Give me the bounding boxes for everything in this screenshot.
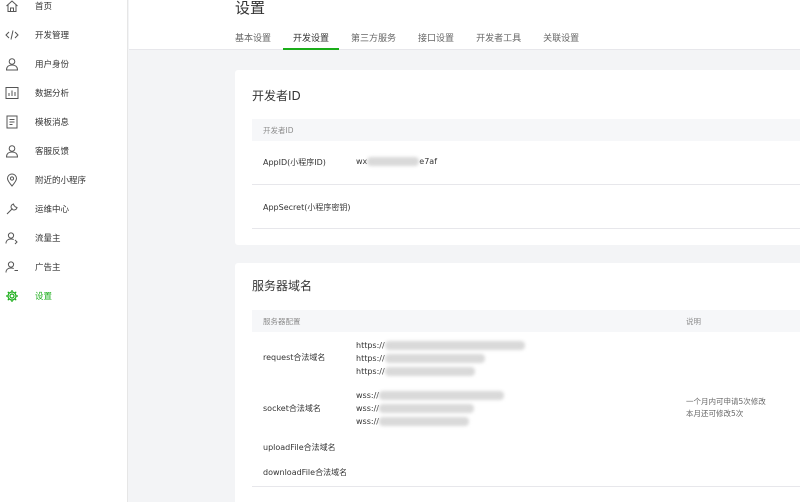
tab-dev-settings[interactable]: 开发设置	[283, 26, 340, 50]
socket-url: wss://	[356, 415, 504, 428]
appid-value: wx e7af	[356, 157, 438, 166]
sidebar-item-template-message[interactable]: 模板消息	[0, 112, 128, 132]
tab-related-settings[interactable]: 关联设置	[543, 26, 579, 50]
socket-domain-row: socket合法域名 wss:// wss:// wss:// 一个月内可申请5…	[252, 388, 800, 433]
main-content: 设置 基本设置 开发设置 第三方服务 接口设置 开发者工具 关联设置 开发者ID…	[129, 0, 800, 502]
bar-chart-icon	[4, 86, 19, 101]
developer-id-title: 开发者ID	[252, 89, 301, 103]
sidebar-item-label: 附近的小程序	[35, 176, 87, 186]
request-url: https://	[356, 352, 525, 365]
developer-id-table-header: 开发者ID	[252, 119, 800, 141]
sidebar-item-label: 设置	[35, 292, 53, 302]
sidebar: 首页 开发管理 用户身份 数据分析 模板消息 客服反馈 附近的小程序 运维中心 …	[0, 0, 128, 502]
code-icon	[4, 28, 19, 43]
sidebar-item-data-analysis[interactable]: 数据分析	[0, 83, 128, 103]
settings-tabs: 基本设置 开发设置 第三方服务 接口设置 开发者工具 关联设置	[235, 26, 601, 50]
redacted-value	[367, 157, 420, 166]
appid-label: AppID(小程序ID)	[263, 158, 326, 167]
sidebar-item-label: 运维中心	[35, 205, 70, 215]
page-title: 设置	[235, 0, 266, 17]
sidebar-item-nearby-miniprogram[interactable]: 附近的小程序	[0, 170, 128, 190]
upload-domain-row: uploadFile合法域名	[252, 439, 800, 459]
server-domain-table-header: 服务器配置 说明	[252, 310, 800, 332]
appsecret-label: AppSecret(小程序密钥)	[263, 203, 351, 212]
location-pin-icon	[4, 173, 19, 188]
document-icon	[4, 115, 19, 130]
header-server-config: 服务器配置	[263, 317, 301, 326]
modify-limit-note: 一个月内可申请5次修改 本月还可修改5次	[686, 397, 766, 418]
sidebar-item-home[interactable]: 首页	[0, 0, 128, 16]
customer-service-icon	[4, 144, 19, 159]
user-icon	[4, 57, 19, 72]
sidebar-item-advertiser[interactable]: 广告主	[0, 257, 128, 277]
user-advertiser-icon	[4, 260, 19, 275]
header-note: 说明	[686, 317, 701, 326]
request-url: https://	[356, 339, 525, 352]
sidebar-item-user-identity[interactable]: 用户身份	[0, 54, 128, 74]
sidebar-item-customer-feedback[interactable]: 客服反馈	[0, 141, 128, 161]
sidebar-item-label: 开发管理	[35, 31, 70, 41]
server-domain-title: 服务器域名	[252, 279, 313, 293]
sidebar-item-ops-center[interactable]: 运维中心	[0, 199, 128, 219]
sidebar-item-label: 广告主	[35, 263, 61, 273]
sidebar-item-label: 模板消息	[35, 118, 70, 128]
gear-icon	[4, 289, 19, 304]
request-url: https://	[356, 365, 525, 378]
tab-basic-settings[interactable]: 基本设置	[235, 26, 271, 50]
request-domain-row: request合法域名 https:// https:// https://	[252, 337, 800, 379]
wrench-icon	[4, 202, 19, 217]
tab-dev-tools[interactable]: 开发者工具	[476, 26, 521, 50]
socket-url: wss://	[356, 402, 504, 415]
sidebar-item-label: 用户身份	[35, 60, 70, 70]
download-domain-label: downloadFile合法域名	[263, 468, 348, 477]
home-icon	[4, 0, 19, 14]
appid-row: AppID(小程序ID) wx e7af	[252, 141, 800, 185]
user-traffic-icon	[4, 231, 19, 246]
table-header-label: 开发者ID	[263, 126, 294, 135]
request-domain-label: request合法域名	[263, 353, 326, 362]
sidebar-item-label: 流量主	[35, 234, 61, 244]
socket-url-list: wss:// wss:// wss://	[356, 389, 504, 428]
sidebar-item-label: 首页	[35, 2, 53, 12]
tab-api-settings[interactable]: 接口设置	[418, 26, 454, 50]
sidebar-item-dev-management[interactable]: 开发管理	[0, 25, 128, 45]
appsecret-row: AppSecret(小程序密钥)	[252, 185, 800, 229]
server-domain-card: 服务器域名 服务器配置 说明 request合法域名 https:// http…	[235, 263, 800, 502]
sidebar-item-traffic-owner[interactable]: 流量主	[0, 228, 128, 248]
upload-domain-label: uploadFile合法域名	[263, 443, 336, 452]
sidebar-item-label: 数据分析	[35, 89, 70, 99]
download-domain-row: downloadFile合法域名	[252, 465, 800, 487]
sidebar-item-settings[interactable]: 设置	[0, 286, 128, 306]
request-url-list: https:// https:// https://	[356, 339, 525, 378]
page-header: 设置 基本设置 开发设置 第三方服务 接口设置 开发者工具 关联设置	[129, 0, 800, 50]
socket-domain-label: socket合法域名	[263, 404, 321, 413]
developer-id-card: 开发者ID 开发者ID AppID(小程序ID) wx e7af AppSecre…	[235, 70, 800, 245]
socket-url: wss://	[356, 389, 504, 402]
tab-third-party[interactable]: 第三方服务	[351, 26, 396, 50]
sidebar-item-label: 客服反馈	[35, 147, 70, 157]
